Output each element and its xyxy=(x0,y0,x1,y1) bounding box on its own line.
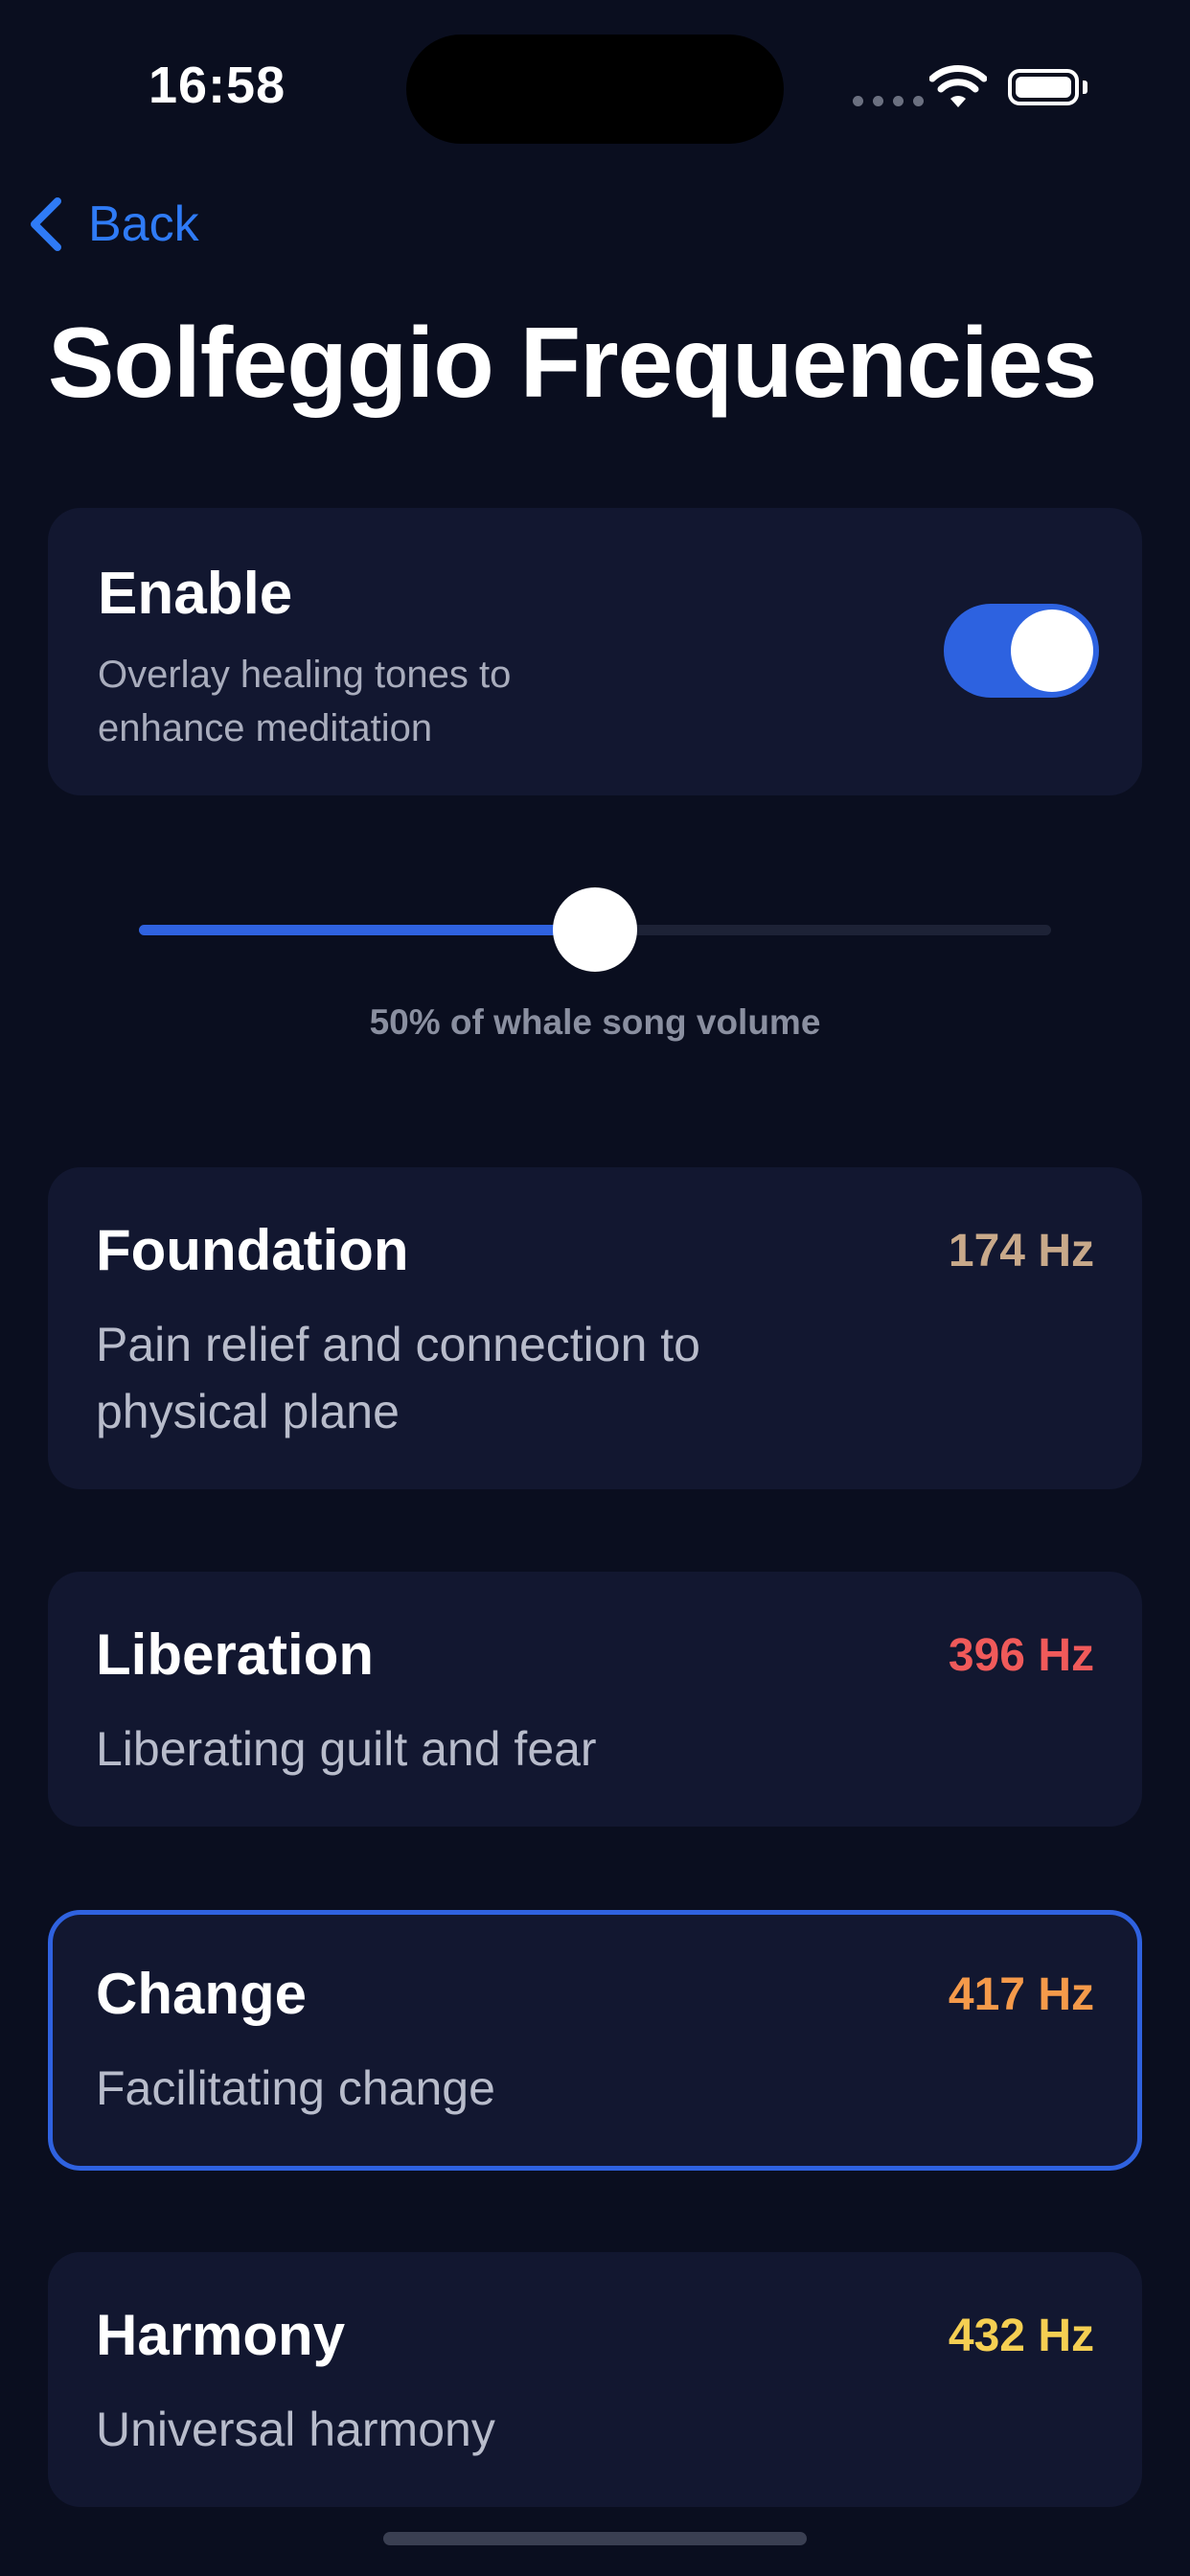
page-title: Solfeggio Frequencies xyxy=(48,308,1097,419)
battery-icon xyxy=(1008,69,1087,105)
volume-slider[interactable] xyxy=(139,882,1051,978)
frequency-hz: 432 Hz xyxy=(948,2311,1094,2361)
frequency-name: Liberation xyxy=(96,1622,375,1687)
cellular-signal-icon xyxy=(853,96,924,106)
dynamic-island xyxy=(406,34,784,144)
chevron-left-icon xyxy=(31,197,61,251)
frequency-name: Foundation xyxy=(96,1218,409,1282)
frequency-description: Pain relief and connection to physical p… xyxy=(96,1318,700,1438)
frequency-name: Harmony xyxy=(96,2303,346,2367)
frequency-hz: 417 Hz xyxy=(948,1969,1094,2020)
frequency-description: Universal harmony xyxy=(96,2403,495,2456)
frequency-card-foundation[interactable]: Foundation 174 Hz Pain relief and connec… xyxy=(48,1167,1142,1489)
slider-thumb[interactable] xyxy=(553,887,637,972)
frequency-hz: 396 Hz xyxy=(948,1630,1094,1681)
frequency-description: Liberating guilt and fear xyxy=(96,1722,597,1776)
frequency-card-change[interactable]: Change 417 Hz Facilitating change xyxy=(48,1910,1142,2171)
enable-subtitle: Overlay healing tones to enhance meditat… xyxy=(98,654,512,749)
back-button[interactable]: Back xyxy=(27,196,199,253)
back-label: Back xyxy=(88,196,199,252)
volume-caption: 50% of whale song volume xyxy=(369,1002,821,1042)
enable-toggle[interactable] xyxy=(944,604,1099,698)
wifi-icon xyxy=(929,65,987,107)
slider-fill xyxy=(139,925,595,935)
frequency-card-liberation[interactable]: Liberation 396 Hz Liberating guilt and f… xyxy=(48,1572,1142,1827)
enable-title: Enable xyxy=(98,561,293,627)
frequency-description: Facilitating change xyxy=(96,2061,495,2115)
status-time: 16:58 xyxy=(149,57,286,114)
frequency-hz: 174 Hz xyxy=(948,1226,1094,1276)
frequency-card-harmony[interactable]: Harmony 432 Hz Universal harmony xyxy=(48,2252,1142,2507)
home-indicator[interactable] xyxy=(383,2532,807,2545)
enable-card: Enable Overlay healing tones to enhance … xyxy=(48,508,1142,795)
toggle-knob xyxy=(1011,610,1093,692)
frequency-name: Change xyxy=(96,1962,308,2026)
